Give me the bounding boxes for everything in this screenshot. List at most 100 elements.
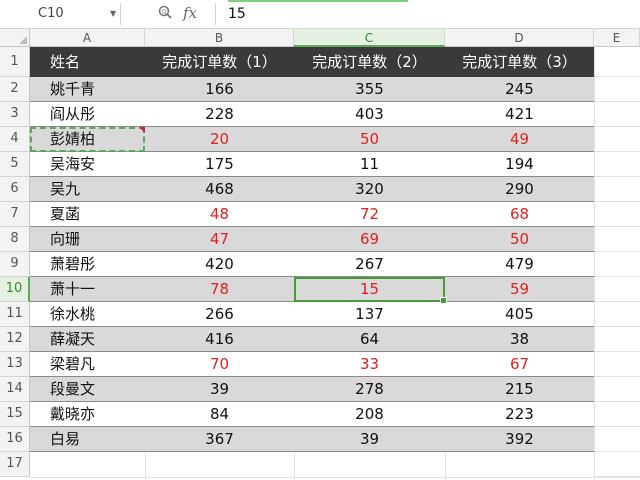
cell-orders-2[interactable]: 278: [294, 377, 445, 402]
grid-line: [594, 126, 640, 127]
cell-orders-1[interactable]: 175: [145, 152, 294, 177]
row-header-4[interactable]: 4: [0, 127, 30, 152]
column-header-b[interactable]: B: [145, 29, 294, 47]
cell-name[interactable]: 阎从彤: [30, 102, 145, 127]
cell-name[interactable]: 吴海安: [30, 152, 145, 177]
cell-orders-3[interactable]: 67: [445, 352, 594, 377]
grid-line: [145, 452, 146, 480]
cell-orders-2[interactable]: 403: [294, 102, 445, 127]
select-all-corner[interactable]: [0, 29, 30, 47]
cell-orders-1[interactable]: 70: [145, 352, 294, 377]
cell-name[interactable]: 向珊: [30, 227, 145, 252]
cell-orders-3[interactable]: 59: [445, 277, 594, 302]
grid-line: [594, 326, 640, 327]
cell-name[interactable]: 徐水桃: [30, 302, 145, 327]
cell-name[interactable]: 吴九: [30, 177, 145, 202]
cell-orders-1[interactable]: 420: [145, 252, 294, 277]
cell-orders-1[interactable]: 416: [145, 327, 294, 352]
cell-orders-1[interactable]: 266: [145, 302, 294, 327]
cell-orders-1[interactable]: 20: [145, 127, 294, 152]
cell-orders-3[interactable]: 290: [445, 177, 594, 202]
row-header-10[interactable]: 10: [0, 277, 30, 302]
row-header-16[interactable]: 16: [0, 427, 30, 452]
cell-orders-1[interactable]: 48: [145, 202, 294, 227]
cell-orders-3[interactable]: 479: [445, 252, 594, 277]
column-header-d[interactable]: D: [445, 29, 594, 47]
formula-input[interactable]: 15: [228, 3, 246, 25]
row-header-3[interactable]: 3: [0, 102, 30, 127]
column-header-e[interactable]: E: [594, 29, 640, 47]
row-header-11[interactable]: 11: [0, 302, 30, 327]
cell-orders-2[interactable]: 267: [294, 252, 445, 277]
cell-orders-3[interactable]: 223: [445, 402, 594, 427]
chevron-down-icon[interactable]: ▼: [110, 3, 116, 25]
header-orders-3[interactable]: 完成订单数（3）: [445, 47, 594, 77]
cell-orders-2[interactable]: 69: [294, 227, 445, 252]
cell-orders-1[interactable]: 367: [145, 427, 294, 452]
grid-line: [594, 276, 640, 277]
column-header-c[interactable]: C: [294, 29, 445, 47]
column-header-a[interactable]: A: [30, 29, 145, 47]
grid-line: [594, 451, 640, 452]
row-header-7[interactable]: 7: [0, 202, 30, 227]
row-header-14[interactable]: 14: [0, 377, 30, 402]
header-orders-1[interactable]: 完成订单数（1）: [145, 47, 294, 77]
grid-line: [594, 201, 640, 202]
cell-orders-2[interactable]: 72: [294, 202, 445, 227]
row-header-2[interactable]: 2: [0, 77, 30, 102]
cell-orders-2[interactable]: 320: [294, 177, 445, 202]
copy-marquee-a4: [30, 127, 145, 152]
row-header-13[interactable]: 13: [0, 352, 30, 377]
cell-name[interactable]: 段曼文: [30, 377, 145, 402]
cell-orders-3[interactable]: 194: [445, 152, 594, 177]
cell-orders-3[interactable]: 50: [445, 227, 594, 252]
cell-orders-2[interactable]: 64: [294, 327, 445, 352]
cell-orders-2[interactable]: 208: [294, 402, 445, 427]
cell-orders-3[interactable]: 245: [445, 77, 594, 102]
row-header-17[interactable]: 17: [0, 452, 30, 477]
header-orders-2[interactable]: 完成订单数（2）: [294, 47, 445, 77]
name-box[interactable]: C10 ▼: [0, 3, 121, 25]
cell-orders-3[interactable]: 68: [445, 202, 594, 227]
cell-orders-1[interactable]: 468: [145, 177, 294, 202]
cell-name[interactable]: 梁碧凡: [30, 352, 145, 377]
cell-orders-1[interactable]: 78: [145, 277, 294, 302]
cell-orders-3[interactable]: 49: [445, 127, 594, 152]
row-header-5[interactable]: 5: [0, 152, 30, 177]
row-header-9[interactable]: 9: [0, 252, 30, 277]
cell-orders-2[interactable]: 39: [294, 427, 445, 452]
cell-orders-2[interactable]: 11: [294, 152, 445, 177]
row-header-8[interactable]: 8: [0, 227, 30, 252]
cell-orders-1[interactable]: 166: [145, 77, 294, 102]
row-header-1[interactable]: 1: [0, 47, 30, 77]
cell-orders-1[interactable]: 84: [145, 402, 294, 427]
cell-name[interactable]: 戴晓亦: [30, 402, 145, 427]
row-header-6[interactable]: 6: [0, 177, 30, 202]
cell-orders-3[interactable]: 392: [445, 427, 594, 452]
cell-orders-3[interactable]: 215: [445, 377, 594, 402]
cell-orders-3[interactable]: 38: [445, 327, 594, 352]
header-name[interactable]: 姓名: [50, 47, 80, 77]
cell-name[interactable]: 姚千青: [30, 77, 145, 102]
fx-icon[interactable]: fx: [183, 4, 197, 22]
formula-bar: C10 ▼ Q fx 15: [0, 0, 640, 29]
cell-name[interactable]: 萧十一: [30, 277, 145, 302]
cell-orders-3[interactable]: 421: [445, 102, 594, 127]
cell-name[interactable]: 夏菡: [30, 202, 145, 227]
grid-line: [594, 101, 640, 102]
row-header-12[interactable]: 12: [0, 327, 30, 352]
cell-name[interactable]: 白易: [30, 427, 145, 452]
cell-orders-2[interactable]: 33: [294, 352, 445, 377]
cell-orders-1[interactable]: 228: [145, 102, 294, 127]
cell-orders-1[interactable]: 39: [145, 377, 294, 402]
cell-orders-3[interactable]: 405: [445, 302, 594, 327]
cell-name[interactable]: 薛凝天: [30, 327, 145, 352]
cell-orders-2[interactable]: 50: [294, 127, 445, 152]
active-cell-c10[interactable]: [294, 277, 447, 304]
cell-orders-2[interactable]: 355: [294, 77, 445, 102]
cell-name[interactable]: 萧碧彤: [30, 252, 145, 277]
zoom-icon[interactable]: Q: [158, 5, 172, 23]
row-header-15[interactable]: 15: [0, 402, 30, 427]
cell-orders-1[interactable]: 47: [145, 227, 294, 252]
cell-orders-2[interactable]: 137: [294, 302, 445, 327]
